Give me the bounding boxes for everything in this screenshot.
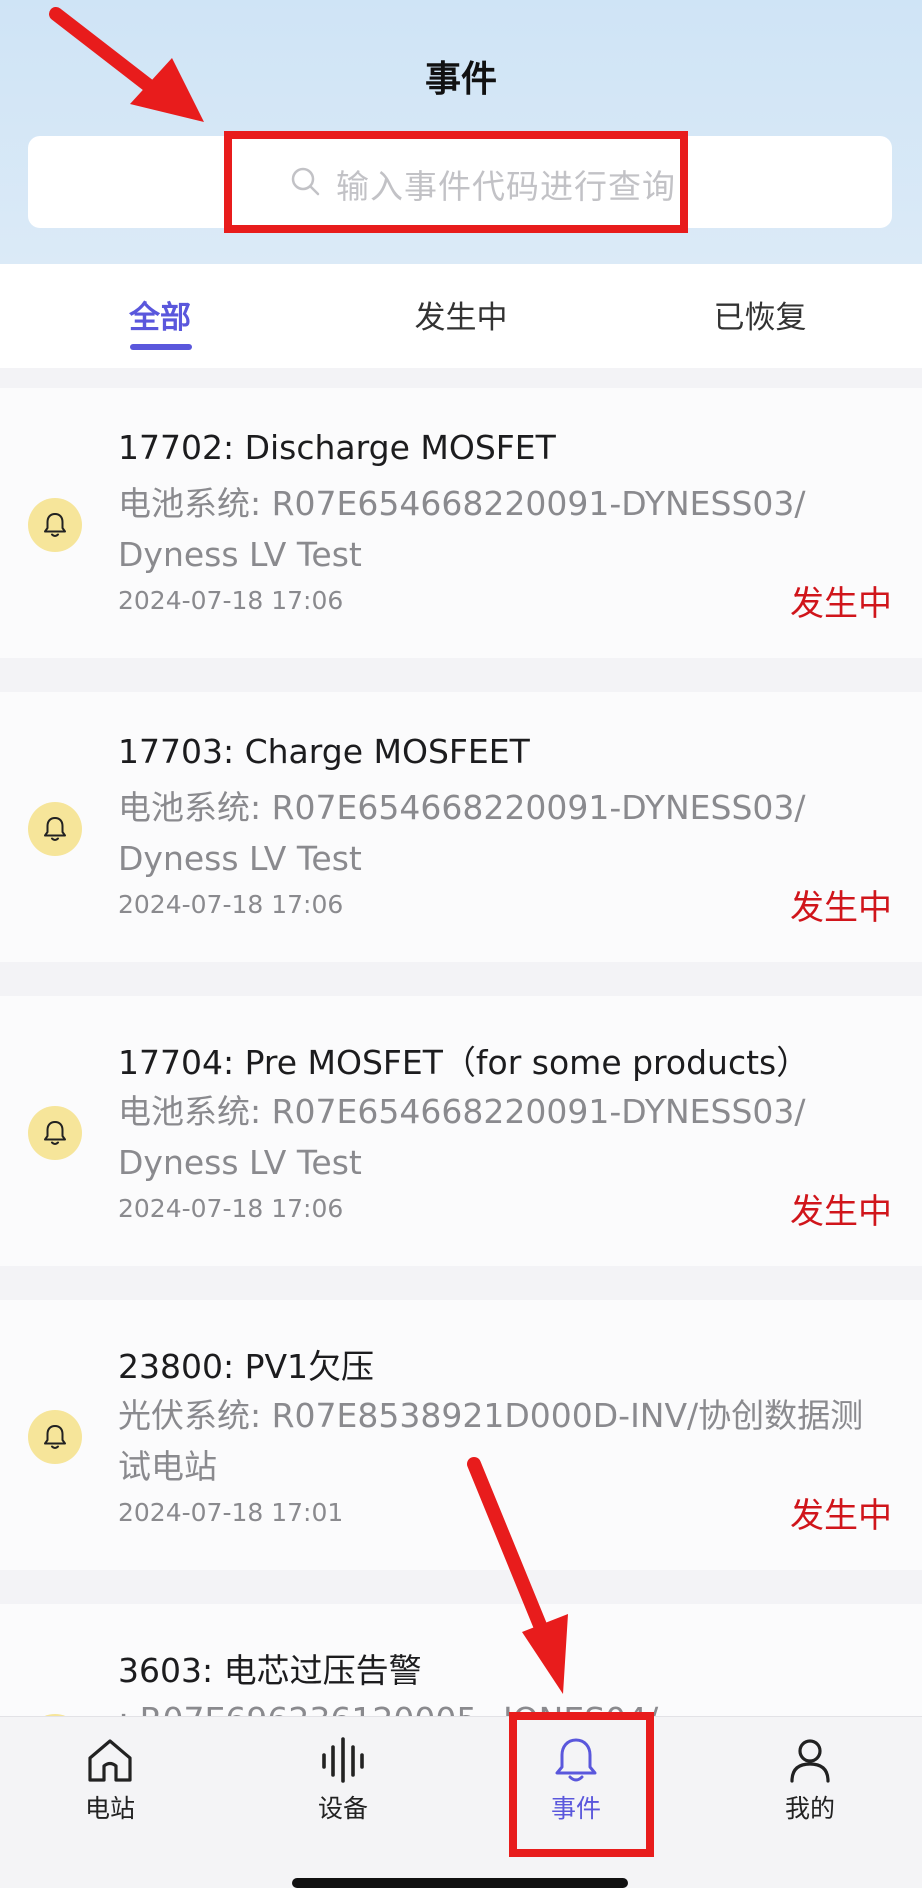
annotation-arrows bbox=[49, 7, 568, 1694]
arrow-to-search bbox=[49, 7, 169, 103]
arrow-to-events-tab bbox=[467, 1457, 553, 1647]
arrow-head-search bbox=[130, 58, 204, 122]
arrow-head-events-tab bbox=[522, 1614, 568, 1694]
